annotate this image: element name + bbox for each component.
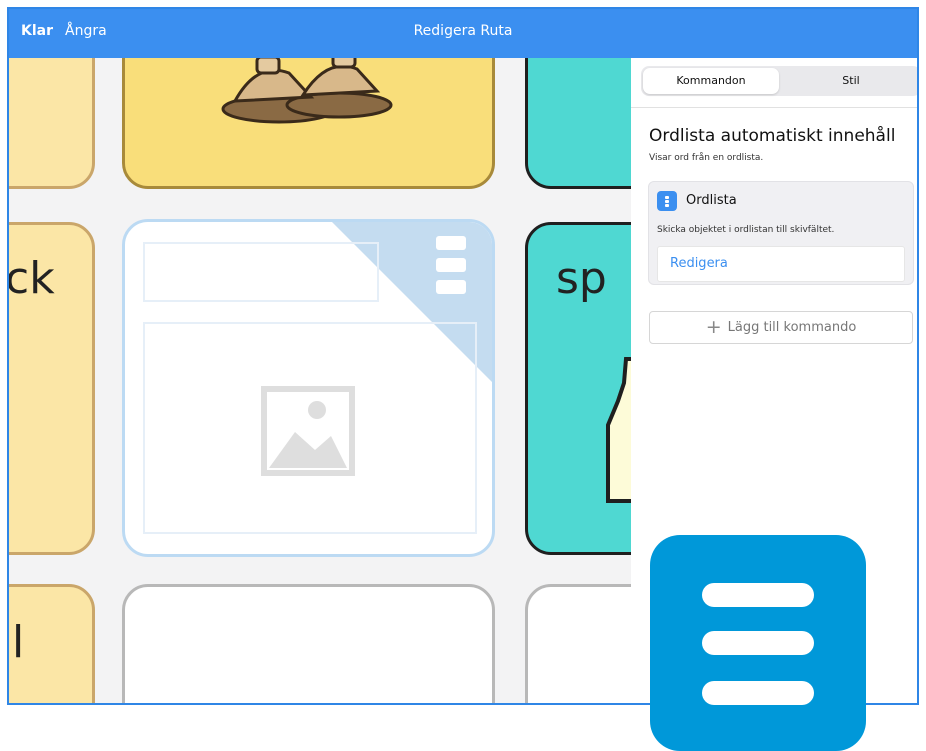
edit-command-button[interactable]: Redigera: [657, 246, 905, 282]
section-subheading: Visar ord från en ordlista.: [649, 153, 764, 163]
plus-icon: +: [705, 316, 722, 338]
sandals-icon: [221, 58, 393, 124]
top-bar: Klar Ångra Redigera Ruta: [9, 9, 917, 58]
tile-right-bottom[interactable]: [525, 584, 631, 703]
tile-label: sp: [556, 253, 607, 304]
tile-right-middle[interactable]: sp: [525, 222, 631, 555]
add-command-label: Lägg till kommando: [727, 320, 857, 335]
selected-tile[interactable]: [122, 219, 495, 557]
clothing-icon: [606, 357, 631, 503]
tile-empty-bottom[interactable]: [122, 584, 495, 703]
tile-left-top[interactable]: [9, 58, 95, 189]
logo-line: [702, 681, 814, 705]
logo-line: [702, 583, 814, 607]
tile-grid: ck sp l: [9, 58, 631, 703]
tile-left-middle[interactable]: ck: [9, 222, 95, 555]
divider: [631, 107, 917, 108]
add-command-button[interactable]: + Lägg till kommando: [649, 311, 913, 344]
command-name: Ordlista: [686, 193, 737, 208]
section-heading: Ordlista automatiskt innehåll: [649, 126, 896, 146]
command-description: Skicka objektet i ordlistan till skivfäl…: [657, 225, 835, 235]
page-title: Redigera Ruta: [413, 23, 513, 39]
tab-kommandon[interactable]: Kommandon: [643, 68, 779, 94]
tile-right-top[interactable]: [525, 58, 631, 189]
tile-label: l: [12, 617, 25, 668]
list-badge-icon: [657, 191, 677, 211]
logo-line: [702, 631, 814, 655]
app-logo-icon: [650, 535, 866, 751]
tile-shoes[interactable]: [122, 58, 495, 189]
image-icon: [261, 386, 355, 476]
segmented-control: Kommandon Stil: [641, 66, 917, 96]
command-card: Ordlista Skicka objektet i ordlistan til…: [648, 181, 914, 285]
tile-label: ck: [9, 253, 55, 304]
tile-left-bottom[interactable]: l: [9, 584, 95, 703]
text-placeholder: [143, 242, 379, 302]
image-placeholder: [143, 322, 477, 534]
tab-stil[interactable]: Stil: [783, 68, 917, 94]
